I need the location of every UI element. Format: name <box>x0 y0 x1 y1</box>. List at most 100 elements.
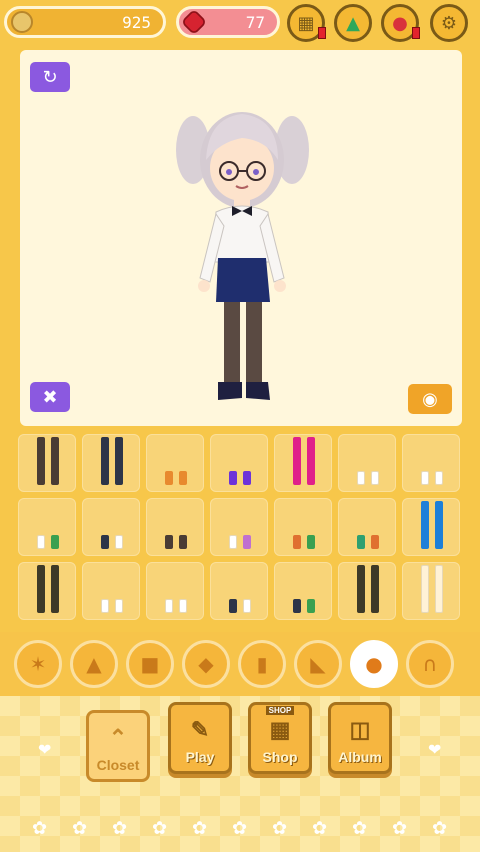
item-slot[interactable] <box>338 562 396 620</box>
sock-icon <box>307 599 315 613</box>
category-bar: ✶ ▲ ■ ◆ ▮ ◣ ● ∩ <box>0 632 480 696</box>
sock-icon <box>243 535 251 549</box>
medal-icon: ● <box>392 12 408 34</box>
sock-icon <box>37 535 45 549</box>
item-slot[interactable] <box>210 562 268 620</box>
dress-icon: ▲ <box>86 652 102 676</box>
flower-icon: ✿ <box>32 818 48 839</box>
closet-button[interactable]: ⌃ Closet <box>86 710 150 782</box>
coin-amount: 925 <box>122 12 151 32</box>
sock-icon <box>435 501 443 549</box>
chest-button[interactable]: ▦ <box>287 4 326 42</box>
category-skirt[interactable]: ◆ <box>182 640 230 688</box>
sock-icon <box>179 599 187 613</box>
item-slot[interactable] <box>210 434 268 492</box>
sock-icon <box>101 599 109 613</box>
item-slot[interactable] <box>18 562 76 620</box>
sock-icon <box>229 599 237 613</box>
skirt-icon: ◆ <box>198 652 214 676</box>
sock-icon <box>243 471 251 485</box>
category-shirt[interactable]: ■ <box>126 640 174 688</box>
item-slot[interactable] <box>402 434 460 492</box>
flower-icon: ✿ <box>352 818 368 839</box>
category-dress[interactable]: ▲ <box>70 640 118 688</box>
brush-icon: ✎ <box>190 717 210 742</box>
item-slot[interactable] <box>82 562 140 620</box>
item-slot[interactable] <box>146 434 204 492</box>
category-shoe[interactable]: ◣ <box>294 640 342 688</box>
sock-icon <box>229 535 237 549</box>
category-pants[interactable]: ▮ <box>238 640 286 688</box>
sock-icon <box>357 535 365 549</box>
album-label: Album <box>338 749 382 765</box>
flower-border: ✿ ✿ ✿ ✿ ✿ ✿ ✿ ✿ ✿ ✿ ✿ <box>0 818 480 852</box>
sock-icon <box>51 565 59 613</box>
sock-icon <box>37 437 45 485</box>
sock-icon <box>293 599 301 613</box>
item-slot[interactable] <box>146 498 204 556</box>
sock-icon <box>51 535 59 549</box>
item-slot[interactable] <box>82 498 140 556</box>
item-slot[interactable] <box>274 434 332 492</box>
book-icon: ◫ <box>349 717 371 742</box>
medal-button[interactable]: ● <box>381 4 420 42</box>
play-button[interactable]: ✎ Play <box>168 702 232 774</box>
shop-sign: SHOP <box>265 706 295 715</box>
shoe-icon: ◣ <box>310 652 326 676</box>
closet-label: Closet <box>96 757 140 773</box>
item-slot[interactable] <box>146 562 204 620</box>
sock-icon <box>421 501 429 549</box>
sock-icon <box>115 535 123 549</box>
sock-icon <box>243 599 251 613</box>
sock-icon <box>307 437 315 485</box>
sock-icon <box>307 535 315 549</box>
item-slot[interactable] <box>402 498 460 556</box>
album-button[interactable]: ◫ Album <box>328 702 392 774</box>
shop-icon: ▦ <box>269 717 291 742</box>
pants-icon: ▮ <box>256 652 268 676</box>
sock-icon <box>165 535 173 549</box>
sock-icon <box>179 535 187 549</box>
shop-button[interactable]: SHOP ▦ Shop <box>248 702 312 774</box>
spool-button[interactable]: ▲ <box>334 4 372 42</box>
sock-icon <box>371 471 379 485</box>
sock-icon <box>435 471 443 485</box>
sock-icon <box>293 437 301 485</box>
sock-icon <box>101 535 109 549</box>
item-slot[interactable] <box>210 498 268 556</box>
tights-icon: ∩ <box>422 652 438 676</box>
flower-icon: ✿ <box>152 818 168 839</box>
sock-icon <box>51 437 59 485</box>
notification-badge <box>318 27 326 39</box>
character-avatar <box>176 112 309 400</box>
item-slot[interactable] <box>274 498 332 556</box>
category-jacket[interactable]: ✶ <box>14 640 62 688</box>
sock-icon <box>165 599 173 613</box>
item-slot[interactable] <box>338 498 396 556</box>
item-slot[interactable] <box>82 434 140 492</box>
spool-icon: ▲ <box>346 12 360 34</box>
sock-icon: ● <box>365 652 383 676</box>
item-slot[interactable] <box>18 434 76 492</box>
gem-amount: 77 <box>245 12 265 32</box>
category-sock[interactable]: ● <box>350 640 398 688</box>
item-slot[interactable] <box>402 562 460 620</box>
flower-icon: ✿ <box>192 818 208 839</box>
sock-icon <box>371 565 379 613</box>
play-label: Play <box>185 749 215 765</box>
jacket-icon: ✶ <box>29 652 47 676</box>
flower-icon: ✿ <box>112 818 128 839</box>
gem-counter[interactable]: 77 <box>176 6 280 38</box>
category-tights[interactable]: ∩ <box>406 640 454 688</box>
sock-icon <box>421 471 429 485</box>
item-slot[interactable] <box>18 498 76 556</box>
flower-icon: ✿ <box>72 818 88 839</box>
item-slot[interactable] <box>338 434 396 492</box>
sock-icon <box>357 565 365 613</box>
settings-button[interactable]: ⚙ <box>430 4 468 42</box>
flower-icon: ✿ <box>392 818 408 839</box>
sock-icon <box>115 437 123 485</box>
chest-icon: ▦ <box>297 12 315 34</box>
notification-badge <box>412 27 420 39</box>
item-slot[interactable] <box>274 562 332 620</box>
